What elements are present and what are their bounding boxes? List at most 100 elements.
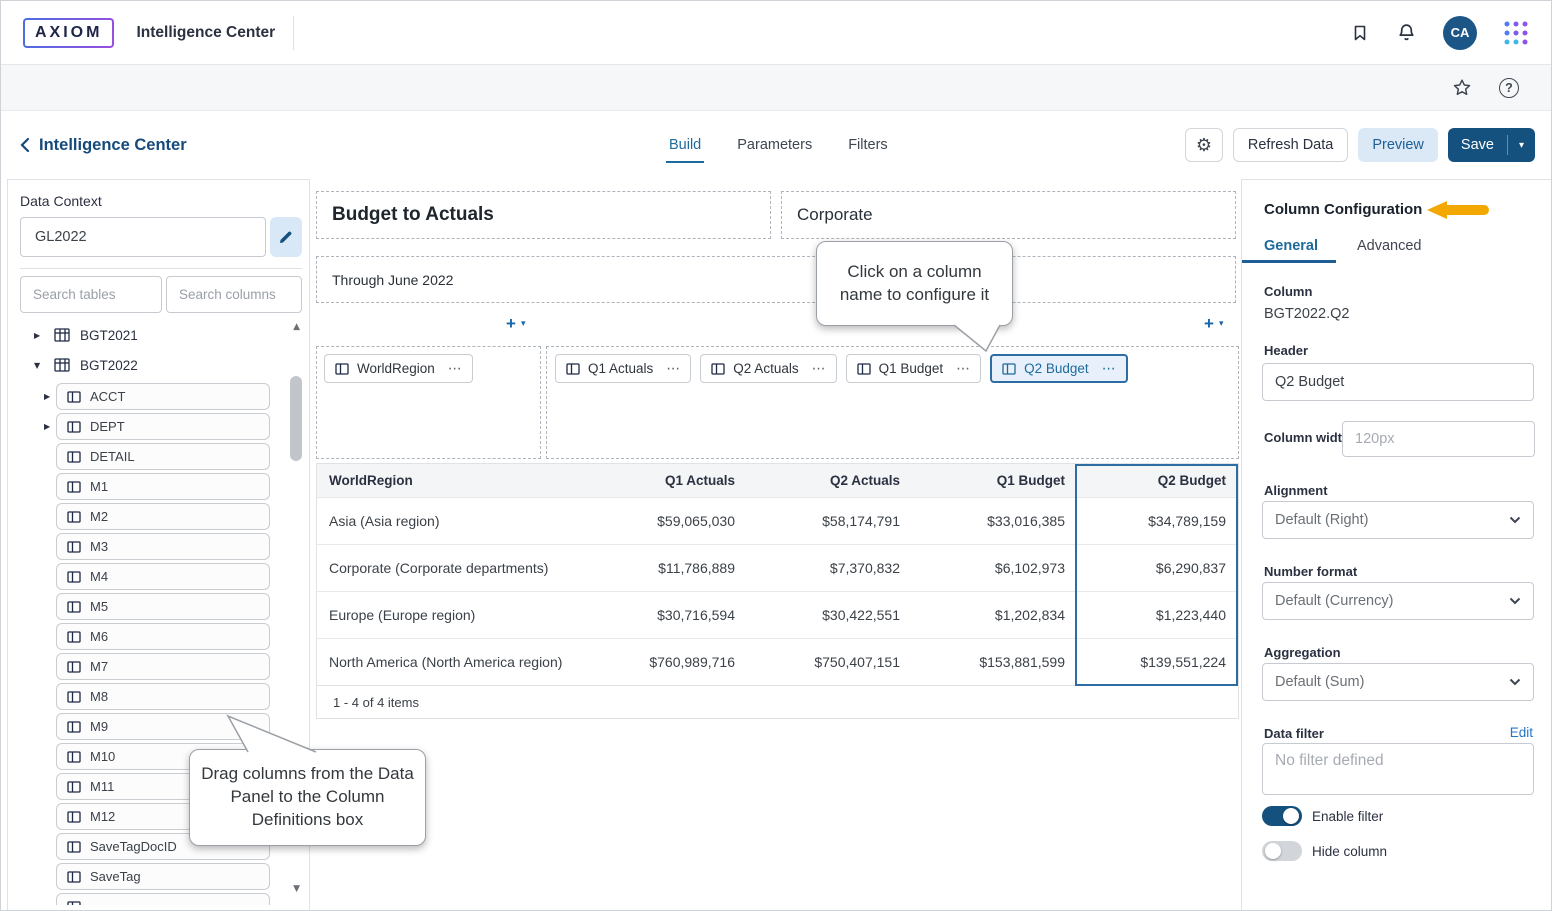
column-width-label: Column width — [1264, 430, 1350, 445]
column-item-m8[interactable]: M8 — [56, 683, 270, 710]
top-bar: AXIOM Intelligence Center CA — [1, 1, 1551, 65]
column-item-m4[interactable]: M4 — [56, 563, 270, 590]
tree-table-bgt2022[interactable]: ▼ BGT2022 — [8, 350, 284, 380]
utility-bar: ? — [1, 65, 1551, 111]
aggregation-select[interactable]: Default (Sum) — [1262, 663, 1534, 701]
chip-menu-icon[interactable]: ⋯ — [1102, 361, 1116, 377]
column-item-m2[interactable]: M2 — [56, 503, 270, 530]
chevron-left-icon — [19, 137, 31, 153]
header-q2-actuals[interactable]: Q2 Actuals — [747, 464, 912, 497]
hide-column-toggle[interactable] — [1262, 841, 1302, 861]
tooltip-tail — [944, 324, 1006, 352]
preview-button[interactable]: Preview — [1358, 128, 1438, 162]
tab-parameters[interactable]: Parameters — [737, 137, 812, 153]
report-subtitle-box[interactable]: Through June 2022 — [316, 256, 1236, 303]
expand-collapsed-icon[interactable]: ▶ — [44, 392, 50, 401]
alignment-label: Alignment — [1264, 483, 1328, 498]
scrollbar-up-icon[interactable]: ▲ — [293, 322, 300, 332]
number-format-select[interactable]: Default (Currency) — [1262, 582, 1534, 620]
add-row-group-control[interactable]: + ▾ — [506, 314, 525, 334]
column-item-m5[interactable]: M5 — [56, 593, 270, 620]
column-icon — [67, 751, 81, 763]
back-link[interactable]: Intelligence Center — [19, 111, 187, 179]
chevron-down-icon — [1509, 597, 1521, 605]
report-title-box[interactable]: Budget to Actuals — [316, 191, 771, 239]
tab-general[interactable]: General — [1264, 238, 1318, 254]
column-item-dept[interactable]: DEPT — [56, 413, 270, 440]
chip-q1-budget[interactable]: Q1 Budget ⋯ — [846, 354, 982, 383]
tree-table-bgt2021[interactable]: ▶ BGT2021 — [8, 320, 284, 350]
chip-menu-icon[interactable]: ⋯ — [956, 361, 970, 377]
report-header-right: Corporate — [797, 205, 873, 225]
chevron-down-icon — [1509, 516, 1521, 524]
chip-q2-actuals[interactable]: Q2 Actuals ⋯ — [700, 354, 836, 383]
tab-advanced[interactable]: Advanced — [1357, 238, 1422, 254]
aggregation-label: Aggregation — [1264, 645, 1341, 660]
add-column-control[interactable]: + ▾ — [1204, 314, 1223, 334]
chip-q2-budget-selected[interactable]: Q2 Budget ⋯ — [990, 354, 1128, 383]
column-item-savetag[interactable]: SaveTag — [56, 863, 270, 890]
column-icon — [67, 421, 81, 433]
column-item-m7[interactable]: M7 — [56, 653, 270, 680]
axiom-logo[interactable]: AXIOM — [23, 18, 114, 48]
edit-data-context-button[interactable] — [270, 217, 302, 257]
column-item-acct[interactable]: ACCT — [56, 383, 270, 410]
user-avatar[interactable]: CA — [1443, 16, 1477, 50]
save-dropdown-caret-icon[interactable]: ▾ — [1508, 140, 1535, 151]
notifications-bell-icon[interactable] — [1396, 22, 1417, 43]
column-icon — [67, 841, 81, 853]
header-q1-actuals[interactable]: Q1 Actuals — [587, 464, 747, 497]
chip-worldregion[interactable]: WorldRegion ⋯ — [324, 354, 473, 383]
column-item-clipped[interactable] — [56, 893, 270, 905]
expand-collapsed-icon[interactable]: ▶ — [44, 422, 50, 431]
column-item-m3[interactable]: M3 — [56, 533, 270, 560]
column-icon — [67, 811, 81, 823]
help-icon[interactable]: ? — [1499, 78, 1519, 98]
page-header: Intelligence Center Build Parameters Fil… — [1, 111, 1551, 179]
column-item-detail[interactable]: DETAIL — [56, 443, 270, 470]
chip-menu-icon[interactable]: ⋯ — [448, 361, 462, 377]
report-header-right-box[interactable]: Corporate — [781, 191, 1236, 239]
chevron-down-icon — [1509, 678, 1521, 686]
search-tables-input[interactable] — [20, 276, 162, 313]
tab-filters[interactable]: Filters — [848, 137, 887, 153]
expand-expanded-icon[interactable]: ▼ — [34, 361, 44, 370]
column-item-m1[interactable]: M1 — [56, 473, 270, 500]
app-window: AXIOM Intelligence Center CA — [0, 0, 1552, 911]
header-q2-budget[interactable]: Q2 Budget — [1077, 464, 1238, 497]
header-q1-budget[interactable]: Q1 Budget — [912, 464, 1077, 497]
chip-q1-actuals[interactable]: Q1 Actuals ⋯ — [555, 354, 691, 383]
scrollbar-down-icon[interactable]: ▼ — [293, 884, 300, 894]
tooltip-configure-column: Click on a column name to configure it — [816, 241, 1013, 326]
bookmark-icon[interactable] — [1350, 23, 1370, 43]
enable-filter-toggle[interactable] — [1262, 806, 1302, 826]
favorite-star-icon[interactable] — [1451, 77, 1473, 99]
row-definitions-box[interactable]: WorldRegion ⋯ — [316, 346, 541, 459]
plus-icon: + — [1204, 314, 1214, 334]
alignment-select[interactable]: Default (Right) — [1262, 501, 1534, 539]
save-button[interactable]: Save — [1448, 137, 1507, 153]
column-value: BGT2022.Q2 — [1264, 306, 1349, 322]
column-item-m6[interactable]: M6 — [56, 623, 270, 650]
expand-collapsed-icon[interactable]: ▶ — [34, 331, 44, 340]
edit-filter-link[interactable]: Edit — [1510, 725, 1533, 740]
search-columns-input[interactable] — [166, 276, 302, 313]
column-icon — [566, 363, 580, 375]
app-switcher-grid-icon[interactable] — [1503, 20, 1529, 46]
column-definitions-box[interactable]: Q1 Actuals ⋯ Q2 Actuals ⋯ Q1 Budget ⋯ Q2… — [546, 346, 1239, 459]
column-width-input[interactable] — [1342, 421, 1535, 457]
scrollbar-thumb[interactable] — [290, 376, 302, 461]
data-filter-textarea[interactable] — [1262, 743, 1534, 795]
tab-build[interactable]: Build — [669, 137, 701, 153]
data-context-input[interactable] — [20, 217, 266, 257]
header-input[interactable] — [1262, 363, 1534, 401]
report-title: Budget to Actuals — [332, 204, 494, 226]
chip-menu-icon[interactable]: ⋯ — [812, 361, 826, 377]
panel-title: Column Configuration — [1264, 201, 1422, 218]
refresh-data-button[interactable]: Refresh Data — [1233, 128, 1348, 162]
table-row: Asia (Asia region) $59,065,030 $58,174,7… — [317, 497, 1238, 544]
header-worldregion[interactable]: WorldRegion — [317, 464, 587, 497]
settings-gear-icon[interactable]: ⚙ — [1185, 128, 1223, 162]
app-title: Intelligence Center — [136, 24, 275, 42]
chip-menu-icon[interactable]: ⋯ — [666, 361, 680, 377]
